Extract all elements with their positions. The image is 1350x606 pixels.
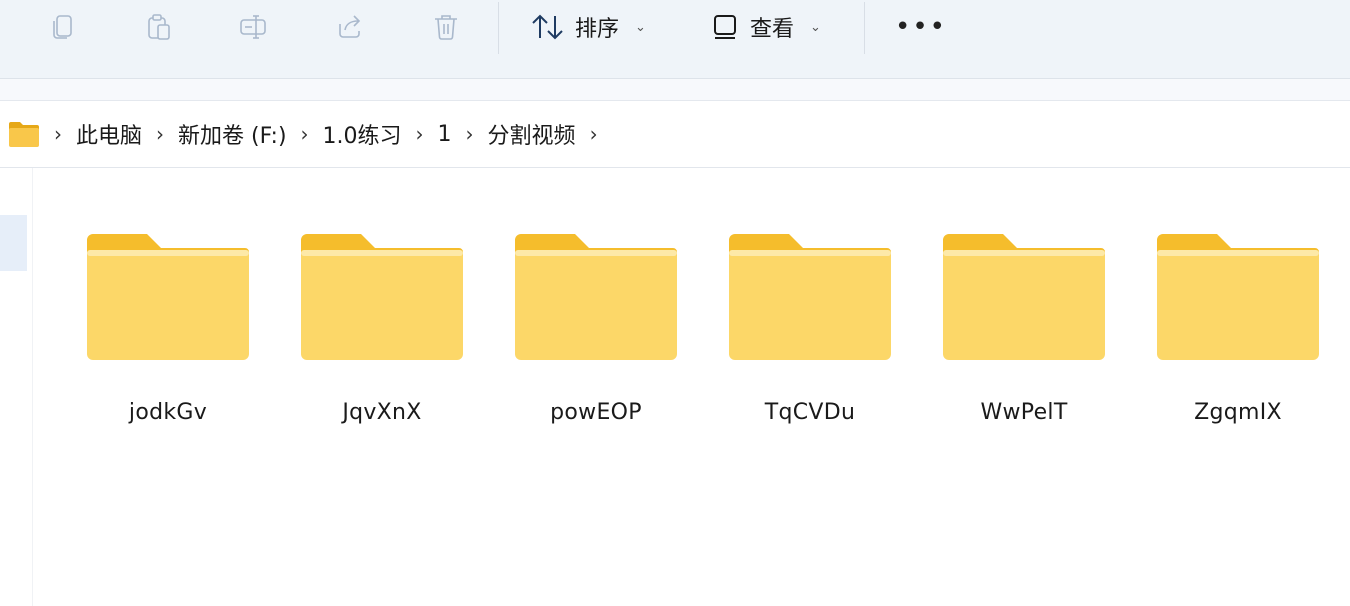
- delete-icon: [435, 15, 457, 40]
- folder-item[interactable]: JqvXnX: [292, 230, 472, 425]
- breadcrumb-separator: ›: [54, 122, 62, 146]
- breadcrumb-separator[interactable]: ›: [301, 122, 309, 146]
- folder-icon: [87, 234, 249, 360]
- folder-name: jodkGv: [128, 400, 208, 425]
- breadcrumb-separator[interactable]: ›: [156, 122, 164, 146]
- toolbar-divider: [498, 2, 499, 54]
- view-label: 查看: [750, 17, 795, 42]
- view-button[interactable]: 查看 ⌄: [712, 4, 821, 50]
- folder-icon: [943, 234, 1105, 360]
- nav-pane-divider: [32, 168, 33, 606]
- rename-button[interactable]: [236, 4, 270, 50]
- folder-icon: [301, 234, 463, 360]
- copy-icon: [53, 15, 72, 39]
- delete-button[interactable]: [429, 4, 463, 50]
- folder-item[interactable]: ZgqmIX: [1148, 230, 1328, 425]
- rename-icon: [240, 15, 266, 39]
- folder-item[interactable]: WwPelT: [934, 230, 1114, 425]
- folder-name: powEOP: [550, 400, 642, 425]
- breadcrumb-item-drive-f[interactable]: 新加卷 (F:): [178, 118, 287, 150]
- folder-item[interactable]: TqCVDu: [720, 230, 900, 425]
- share-button[interactable]: [333, 4, 367, 50]
- copy-button[interactable]: [46, 4, 80, 50]
- folder-name: ZgqmIX: [1194, 400, 1282, 425]
- toolbar-divider: [864, 2, 865, 54]
- folder-name: WwPelT: [980, 400, 1068, 425]
- breadcrumb-separator[interactable]: ›: [466, 122, 474, 146]
- folder-icon: [1157, 234, 1319, 360]
- address-bar[interactable]: › 此电脑 › 新加卷 (F:) › 1.0练习 › 1 › 分割视频 ›: [0, 101, 1350, 168]
- folder-item[interactable]: jodkGv: [78, 230, 258, 425]
- more-icon: •••: [895, 12, 948, 42]
- breadcrumb: › 此电脑 › 新加卷 (F:) › 1.0练习 › 1 › 分割视频 ›: [54, 101, 612, 167]
- breadcrumb-item-1[interactable]: 1: [438, 122, 452, 147]
- chevron-down-icon: ⌄: [810, 19, 821, 35]
- breadcrumb-item-this-pc[interactable]: 此电脑: [76, 118, 142, 150]
- chevron-down-icon: ⌄: [635, 19, 646, 35]
- folder-name: TqCVDu: [764, 400, 856, 425]
- breadcrumb-item-practice[interactable]: 1.0练习: [323, 118, 402, 150]
- toolbar-spacer: [0, 79, 1350, 101]
- folder-item[interactable]: powEOP: [506, 230, 686, 425]
- folder-name: JqvXnX: [342, 400, 422, 425]
- command-bar: 排序 ⌄ 查看 ⌄ •••: [0, 0, 1350, 79]
- paste-button[interactable]: [142, 4, 176, 50]
- file-explorer-window: 排序 ⌄ 查看 ⌄ ••• › 此电脑 › 新加卷 (F:) › 1.0练习 ›…: [0, 0, 1350, 606]
- more-options-button[interactable]: •••: [895, 4, 947, 50]
- sort-label: 排序: [575, 17, 620, 42]
- file-list: jodkGv JqvXnX powEOP TqCVDu WwPelT ZgqmI…: [0, 168, 1350, 606]
- folder-icon: [515, 234, 677, 360]
- sort-button[interactable]: 排序 ⌄: [531, 4, 646, 50]
- folder-icon: [729, 234, 891, 360]
- sort-icon: [532, 14, 563, 40]
- paste-icon: [148, 14, 170, 40]
- breadcrumb-separator[interactable]: ›: [590, 122, 598, 146]
- view-icon: [714, 15, 736, 39]
- breadcrumb-separator[interactable]: ›: [416, 122, 424, 146]
- breadcrumb-item-split-video[interactable]: 分割视频: [488, 118, 576, 150]
- share-icon: [339, 15, 361, 38]
- folder-icon: [9, 122, 39, 147]
- nav-pane-selection[interactable]: [0, 215, 27, 271]
